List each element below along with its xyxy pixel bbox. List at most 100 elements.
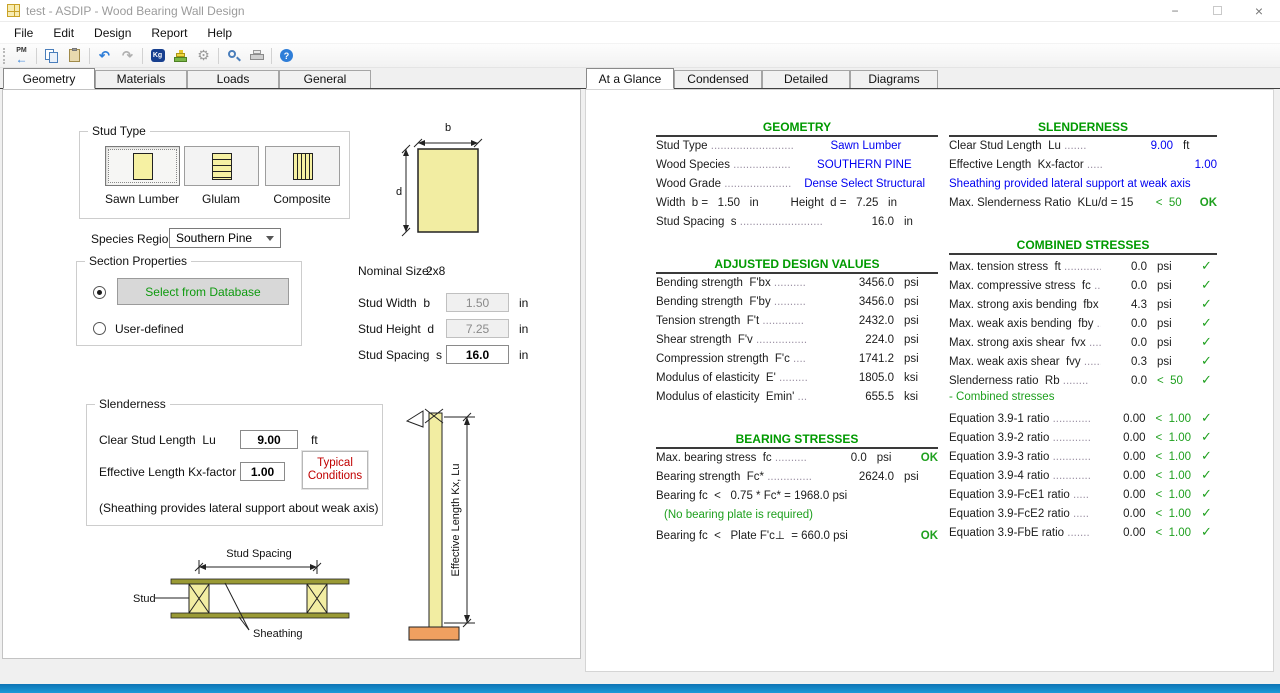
input-panel: Geometry Materials Loads General Stud Ty… [0, 68, 583, 684]
undo-icon: ↶ [99, 47, 110, 63]
stud-label: Stud [133, 593, 156, 605]
row-label: Stud Spacing s .........................… [656, 216, 823, 228]
stud-type-sawn-lumber-button[interactable] [105, 146, 180, 186]
row-unit: psi [904, 471, 919, 483]
tab-materials[interactable]: Materials [95, 70, 187, 88]
tab-geometry[interactable]: Geometry [3, 68, 95, 89]
help-button[interactable]: ? [275, 46, 298, 66]
section-title: GEOMETRY [656, 120, 938, 137]
kx-factor-label: Effective Length Kx-factor [99, 465, 237, 479]
chevron-down-icon [266, 235, 274, 241]
print-button[interactable] [245, 46, 268, 66]
report-row: Equation 3.9-FcE1 ratio ..... 0.00 < 1.00 ✓ [949, 486, 1217, 505]
report-row: (No bearing plate is required) [656, 509, 938, 528]
maximize-button[interactable] [1196, 0, 1238, 21]
status-ok: OK [920, 530, 938, 542]
row-value: 2432.0 [858, 315, 894, 327]
check-icon: ✓ [1201, 467, 1212, 482]
close-button[interactable]: × [1238, 0, 1280, 21]
sheathing-note: (Sheathing provides lateral support abou… [99, 501, 379, 515]
report-column: SLENDERNESS Clear Stud Length Lu ....... 9… [949, 120, 1217, 569]
at-a-glance-content: GEOMETRY Stud Type ......................… [585, 89, 1274, 672]
title-bar: test - ASDIP - Wood Bearing Wall Design … [0, 0, 1280, 22]
preview-button[interactable] [222, 46, 245, 66]
menu-help[interactable]: Help [197, 24, 242, 42]
kx-factor-input[interactable] [240, 462, 285, 481]
section-title: SLENDERNESS [949, 120, 1217, 137]
stud-height-input[interactable] [446, 319, 509, 338]
check-icon: ✓ [1201, 486, 1212, 501]
user-defined-radio[interactable] [93, 322, 106, 335]
help-icon: ? [280, 49, 293, 62]
tab-general[interactable]: General [279, 70, 371, 88]
report-row: Equation 3.9-FbE ratio ....... 0.00 < 1.00… [949, 524, 1217, 543]
database-radio[interactable] [93, 286, 106, 299]
stud-width-unit: in [519, 296, 529, 310]
undo-button[interactable]: ↶ [93, 46, 116, 66]
row-label: Equation 3.9-4 ratio ............ [949, 470, 1091, 482]
row-label: Slenderness ratio Rb ........ [949, 375, 1089, 387]
row-unit: psi [904, 334, 919, 346]
check-icon: ✓ [1201, 353, 1212, 368]
left-tabstrip: Geometry Materials Loads General [0, 68, 583, 89]
printer-icon [249, 49, 264, 62]
minimize-button[interactable]: − [1154, 0, 1196, 21]
tab-condensed[interactable]: Condensed [674, 70, 762, 88]
tab-diagrams[interactable]: Diagrams [850, 70, 938, 88]
report-row: Equation 3.9-2 ratio ............ 0.00 < 1… [949, 429, 1217, 448]
stud-type-glulam-button[interactable] [184, 146, 259, 186]
report-section-combined: COMBINED STRESSES Max. tension stress ft … [949, 238, 1217, 543]
nominal-size-label: Nominal Size: [358, 264, 433, 278]
kg-units-icon: Kg [150, 49, 165, 62]
settings-button[interactable]: ⚙ [192, 46, 215, 66]
composite-icon [292, 152, 313, 180]
results-panel: At a Glance Condensed Detailed Diagrams … [583, 68, 1280, 684]
sawn-lumber-label: Sawn Lumber [104, 192, 180, 206]
clear-stud-length-input[interactable] [240, 430, 298, 449]
copy-button[interactable] [40, 46, 63, 66]
sawn-lumber-icon [132, 152, 153, 180]
report-row: Modulus of elasticity E' ......... 1805.0… [656, 372, 938, 391]
paste-button[interactable] [63, 46, 86, 66]
menu-file[interactable]: File [4, 24, 43, 42]
row-value: 16.0 [871, 216, 894, 228]
row-value: 0.0 [1131, 280, 1147, 292]
row-unit: in [904, 216, 913, 228]
tab-at-a-glance[interactable]: At a Glance [586, 68, 674, 89]
report-row: Bearing strength Fc* .............. 2624.… [656, 471, 938, 490]
loads-button[interactable] [169, 46, 192, 66]
row-unit: ft [1183, 140, 1190, 152]
row-unit: ksi [904, 391, 919, 403]
report-row: Max. strong axis shear fvx ...... 0.0 psi ✓ [949, 334, 1217, 353]
menu-report[interactable]: Report [141, 24, 197, 42]
report-section-adjusted: ADJUSTED DESIGN VALUES Bending strength F… [656, 257, 938, 410]
row-value: 655.5 [865, 391, 894, 403]
row-value: 0.0 [1131, 375, 1147, 387]
clear-stud-length-label: Clear Stud Length Lu [99, 433, 216, 447]
project-manager-back-button[interactable]: PM ← [10, 46, 33, 66]
typical-conditions-button[interactable]: Typical Conditions [301, 450, 369, 490]
row-label: Equation 3.9-FcE2 ratio ..... [949, 508, 1089, 520]
species-region-value: Southern Pine [176, 231, 253, 245]
row-value: 2624.0 [858, 471, 894, 483]
tab-detailed[interactable]: Detailed [762, 70, 850, 88]
report-row: Tension strength F't ............. 2432.0… [656, 315, 938, 334]
taskbar-edge [0, 684, 1280, 693]
stud-spacing-input[interactable] [446, 345, 509, 364]
report-row: Compression strength F'c .... 1741.2 psi [656, 353, 938, 372]
row-label: Max. strong axis shear fvx ...... [949, 337, 1101, 349]
units-button[interactable]: Kg [146, 46, 169, 66]
redo-button[interactable]: ↷ [116, 46, 139, 66]
stud-type-composite-button[interactable] [265, 146, 340, 186]
report-row: Modulus of elasticity Emin' ... 655.5 ksi [656, 391, 938, 410]
tab-loads[interactable]: Loads [187, 70, 279, 88]
row-value: 9.00 [1150, 140, 1173, 152]
select-from-database-button[interactable]: Select from Database [117, 278, 289, 305]
dim-b-label: b [445, 122, 451, 134]
sheathing-label: Sheathing [253, 628, 303, 640]
menu-design[interactable]: Design [84, 24, 141, 42]
species-region-select[interactable]: Southern Pine [169, 228, 281, 248]
check-icon: ✓ [1201, 410, 1212, 425]
menu-edit[interactable]: Edit [43, 24, 84, 42]
stud-width-input[interactable] [446, 293, 509, 312]
